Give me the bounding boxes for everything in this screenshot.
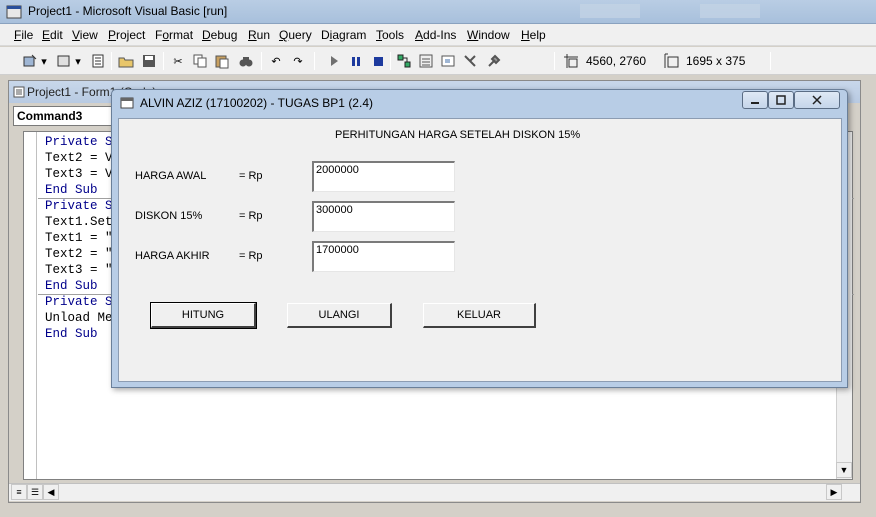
harga-awal-label: HARGA AWAL (135, 170, 207, 182)
menu-diagram[interactable]: Diagram (321, 28, 366, 42)
menu-bar: File Edit View Project Format Debug Run … (0, 24, 876, 46)
code-line[interactable]: Text3 = " (45, 263, 113, 277)
form-layout-icon[interactable] (440, 53, 456, 69)
background-title-ghost (700, 4, 760, 18)
open-project-icon[interactable] (118, 53, 134, 69)
ide-title-bar: Project1 - Microsoft Visual Basic [run] (0, 0, 876, 24)
toolbar-separator (390, 52, 391, 70)
menu-edit[interactable]: Edit (42, 28, 63, 42)
toolbox-icon[interactable] (486, 53, 502, 69)
code-line[interactable]: Unload Me (45, 311, 113, 325)
menu-run[interactable]: Run (248, 28, 270, 42)
ide-title: Project1 - Microsoft Visual Basic [run] (28, 4, 228, 18)
redo-icon[interactable]: ↷ (290, 53, 306, 69)
size-icon (664, 53, 680, 69)
add-project-icon[interactable] (22, 53, 38, 69)
properties-window-icon[interactable] (418, 53, 434, 69)
code-line[interactable]: End Sub (45, 327, 98, 341)
hitung-button[interactable]: HITUNG (150, 302, 257, 329)
maximize-icon (776, 95, 786, 105)
scroll-left-arrow-icon[interactable]: ◀ (43, 484, 59, 500)
ulangi-button[interactable]: ULANGI (287, 303, 392, 328)
code-line[interactable]: End Sub (45, 279, 98, 293)
harga-akhir-label: HARGA AKHIR (135, 250, 210, 262)
form-client-area: PERHITUNGAN HARGA SETELAH DISKON 15% HAR… (118, 118, 842, 382)
maximize-button[interactable] (768, 91, 794, 109)
menu-tools[interactable]: Tools (376, 28, 404, 42)
visual-basic-app-icon (6, 5, 22, 19)
background-title-ghost (580, 4, 640, 18)
add-form-icon[interactable] (56, 53, 72, 69)
find-icon[interactable] (238, 53, 254, 69)
menu-help[interactable]: Help (521, 28, 546, 42)
code-line[interactable]: Private Su (45, 295, 120, 309)
dropdown-arrow-icon[interactable]: ▾ (74, 53, 82, 69)
diskon-textbox[interactable]: 300000 (312, 201, 455, 232)
keluar-button[interactable]: KELUAR (423, 303, 536, 328)
standard-toolbar: ▾ ▾ ✂ ↶ ↷ 4560, 2760 1695 x 375 (0, 47, 876, 75)
code-window-icon (13, 86, 25, 98)
toolbar-separator (314, 52, 315, 70)
harga-akhir-textbox[interactable]: 1700000 (312, 241, 455, 272)
copy-icon[interactable] (192, 53, 208, 69)
running-form-window: ALVIN AZIZ (17100202) - TUGAS BP1 (2.4) … (111, 89, 848, 388)
full-module-view-icon[interactable]: ☰ (27, 484, 43, 500)
project-explorer-icon[interactable] (396, 53, 412, 69)
scroll-right-arrow-icon[interactable]: ▶ (826, 484, 842, 500)
code-gutter (24, 132, 37, 479)
menu-view[interactable]: View (72, 28, 98, 42)
menu-file[interactable]: File (14, 28, 33, 42)
code-line[interactable]: Text3 = Va (45, 167, 120, 181)
save-project-icon[interactable] (141, 53, 157, 69)
code-line[interactable]: Text1 = " (45, 231, 113, 245)
code-line[interactable]: Private Su (45, 199, 120, 213)
minimize-button[interactable] (742, 91, 768, 109)
break-icon[interactable] (348, 53, 364, 69)
menu-query[interactable]: Query (279, 28, 312, 42)
horizontal-scrollbar[interactable]: ≡ ☰ ◀ ▶ (9, 483, 860, 501)
menu-project[interactable]: Project (108, 28, 145, 42)
dropdown-arrow-icon[interactable]: ▾ (40, 53, 48, 69)
code-line[interactable]: Text2 = " (45, 247, 113, 261)
toolbar-separator (554, 52, 555, 70)
cut-icon[interactable]: ✂ (170, 53, 186, 69)
end-icon[interactable] (370, 53, 386, 69)
menu-format[interactable]: Format (155, 28, 193, 42)
form-icon (120, 97, 134, 109)
diskon-currency-label: = Rp (239, 210, 263, 222)
code-line[interactable]: End Sub (45, 183, 98, 197)
menu-add-ins[interactable]: Add-Ins (415, 28, 456, 42)
menu-debug[interactable]: Debug (202, 28, 237, 42)
position-readout: 4560, 2760 (586, 54, 647, 68)
position-icon (563, 53, 579, 69)
undo-icon[interactable]: ↶ (268, 53, 284, 69)
start-icon[interactable] (326, 53, 342, 69)
procedure-view-icon[interactable]: ≡ (11, 484, 27, 500)
code-line[interactable]: Text1.SetF (45, 215, 120, 229)
code-line[interactable]: Text2 = Va (45, 151, 120, 165)
diskon-label: DISKON 15% (135, 210, 203, 222)
toolbar-separator (770, 52, 771, 70)
harga-awal-currency-label: = Rp (239, 170, 263, 182)
toolbar-separator (163, 52, 164, 70)
menu-editor-icon[interactable] (90, 53, 106, 69)
form-title: ALVIN AZIZ (17100202) - TUGAS BP1 (2.4) (140, 96, 373, 110)
toolbar-separator (111, 52, 112, 70)
paste-icon[interactable] (214, 53, 230, 69)
object-browser-icon[interactable] (462, 53, 478, 69)
toolbar-separator (261, 52, 262, 70)
code-line[interactable]: Private Su (45, 135, 120, 149)
scroll-down-arrow-icon[interactable]: ▼ (836, 462, 852, 478)
minimize-icon (751, 102, 759, 104)
form-heading: PERHITUNGAN HARGA SETELAH DISKON 15% (335, 129, 581, 141)
harga-awal-textbox[interactable]: 2000000 (312, 161, 455, 192)
close-button[interactable] (794, 91, 840, 109)
harga-akhir-currency-label: = Rp (239, 250, 263, 262)
menu-window[interactable]: Window (467, 28, 510, 42)
close-icon (812, 95, 822, 105)
size-readout: 1695 x 375 (686, 54, 746, 68)
